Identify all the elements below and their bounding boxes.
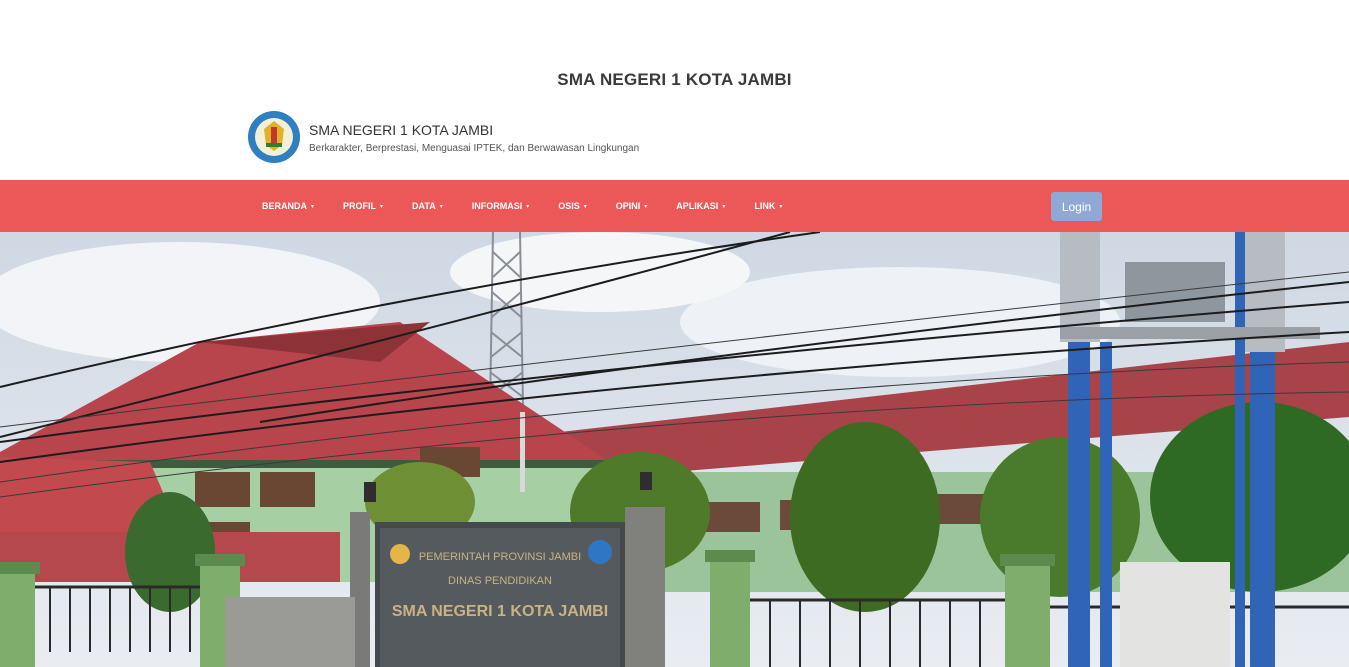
nav-item-aplikasi[interactable]: APLIKASI ▾ — [676, 201, 725, 211]
school-tagline: Berkarakter, Berprestasi, Menguasai IPTE… — [309, 142, 640, 154]
nav-item-beranda[interactable]: BERANDA ▾ — [262, 201, 314, 211]
caret-down-icon: ▾ — [583, 203, 587, 210]
caret-down-icon: ▾ — [380, 203, 384, 210]
nav-item-data[interactable]: DATA ▾ — [412, 201, 443, 211]
nav-menu: BERANDA ▾ PROFIL ▾ DATA ▾ INFORMASI ▾ OSIS ▾ … — [262, 180, 811, 232]
school-logo[interactable] — [248, 111, 300, 163]
sign-line-3: SMA NEGERI 1 KOTA JAMBI — [392, 603, 608, 620]
caret-down-icon: ▾ — [311, 203, 315, 210]
school-name[interactable]: SMA NEGERI 1 KOTA JAMBI — [309, 121, 639, 139]
caret-down-icon: ▾ — [722, 203, 726, 210]
nav-item-link[interactable]: LINK ▾ — [754, 201, 782, 211]
hero-image: PEMERINTAH PROVINSI JAMBI DINAS PENDIDIK… — [0, 232, 1349, 667]
nav-label: DATA — [412, 201, 436, 211]
caret-down-icon: ▾ — [779, 203, 783, 210]
nav-item-profil[interactable]: PROFIL ▾ — [343, 201, 383, 211]
nav-label: BERANDA — [262, 201, 307, 211]
brand-block[interactable]: SMA NEGERI 1 KOTA JAMBI Berkarakter, Ber… — [248, 110, 639, 164]
nav-label: OPINI — [615, 201, 641, 211]
nav-label: PROFIL — [343, 201, 377, 211]
caret-down-icon: ▾ — [439, 203, 443, 210]
site-title: SMA NEGERI 1 KOTA JAMBI — [557, 70, 792, 89]
sign-line-2: DINAS PENDIDIKAN — [448, 575, 552, 587]
caret-down-icon: ▾ — [526, 203, 530, 210]
nav-item-opini[interactable]: OPINI ▾ — [616, 201, 648, 211]
sign-line-1: PEMERINTAH PROVINSI JAMBI — [419, 551, 581, 563]
caret-down-icon: ▾ — [644, 203, 648, 210]
nav-label: APLIKASI — [676, 201, 719, 211]
nav-label: OSIS — [558, 201, 580, 211]
nav-item-informasi[interactable]: INFORMASI ▾ — [472, 201, 530, 211]
nav-label: LINK — [754, 201, 776, 211]
main-navbar: BERANDA ▾ PROFIL ▾ DATA ▾ INFORMASI ▾ OSIS ▾ … — [0, 180, 1349, 232]
login-button[interactable]: Login — [1051, 192, 1102, 221]
nav-item-osis[interactable]: OSIS ▾ — [558, 201, 587, 211]
nav-label: INFORMASI — [471, 201, 523, 211]
